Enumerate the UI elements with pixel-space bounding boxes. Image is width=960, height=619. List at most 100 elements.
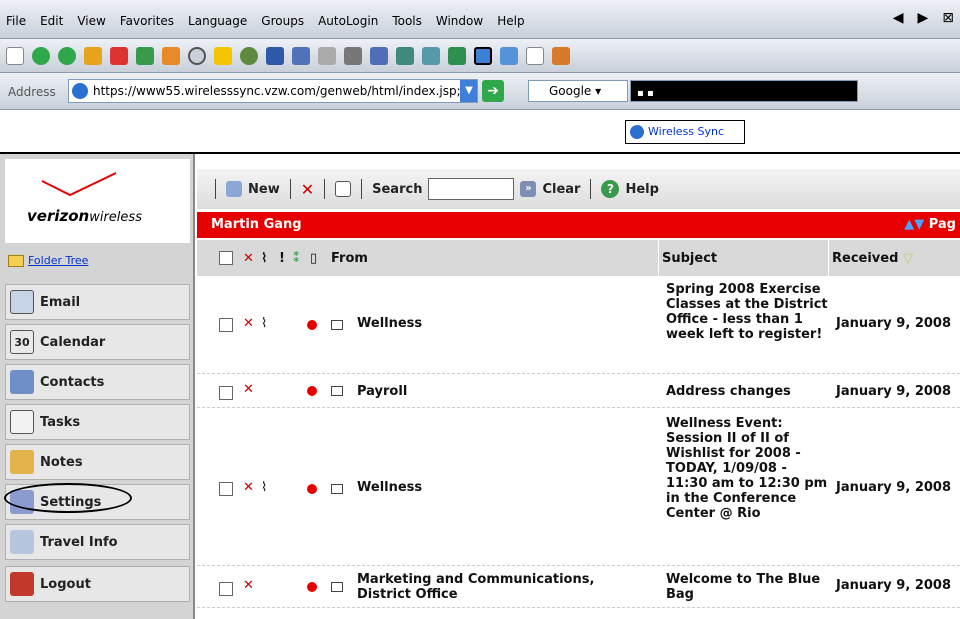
row-checkbox[interactable] xyxy=(219,318,233,332)
table-row[interactable]: ✕ Payroll Address changes January 9, 200… xyxy=(197,376,960,408)
mail-icon[interactable] xyxy=(266,46,284,65)
menu-view[interactable]: View xyxy=(77,14,105,28)
menu-groups[interactable]: Groups xyxy=(261,14,304,28)
folder-tree-link[interactable]: Folder Tree xyxy=(8,254,88,267)
window-icon[interactable] xyxy=(396,46,414,65)
account-name: Martin Gang xyxy=(211,217,302,232)
message-subject[interactable]: Address changes xyxy=(666,384,831,399)
html-icon[interactable] xyxy=(526,46,544,65)
table-row[interactable]: ✕ ⌇ Wellness Spring 2008 Exercise Classe… xyxy=(197,278,960,374)
font-icon[interactable] xyxy=(448,46,466,65)
message-type-icon xyxy=(331,320,343,330)
search-input[interactable] xyxy=(428,178,515,200)
search-engine-select[interactable]: Google ▾ xyxy=(528,80,628,102)
sidebar-item-travel-info[interactable]: Travel Info xyxy=(5,524,190,560)
status-dot-icon xyxy=(307,386,317,396)
sidebar-item-logout[interactable]: Logout xyxy=(5,566,190,602)
message-received: January 9, 2008 xyxy=(836,384,951,399)
tool-spray-icon[interactable] xyxy=(552,46,570,65)
help-icon[interactable]: ? xyxy=(601,180,620,198)
sidebar-item-tasks[interactable]: Tasks xyxy=(5,404,190,440)
tools-icon[interactable] xyxy=(318,46,336,65)
sidebar-item-calendar[interactable]: 30 Calendar xyxy=(5,324,190,360)
search-go-icon[interactable]: » xyxy=(520,181,537,197)
print-icon[interactable] xyxy=(335,181,352,197)
row-checkbox[interactable] xyxy=(219,482,233,496)
row-checkbox[interactable] xyxy=(219,386,233,400)
divider xyxy=(590,179,592,199)
menu-help[interactable]: Help xyxy=(497,14,524,28)
new-mail-icon[interactable] xyxy=(226,181,242,197)
sidebar-item-notes[interactable]: Notes xyxy=(5,444,190,480)
row-checkbox[interactable] xyxy=(219,582,233,596)
new-button[interactable]: New xyxy=(248,182,280,197)
sort-down-icon[interactable]: ▼ xyxy=(914,217,924,232)
column-from[interactable]: From xyxy=(331,251,368,266)
delete-icon[interactable]: ✕ xyxy=(243,480,254,495)
edit-icon[interactable] xyxy=(292,46,310,65)
forward-arrow-icon[interactable]: ▶ xyxy=(917,10,928,26)
column-subject[interactable]: Subject xyxy=(662,251,717,266)
menu-favorites[interactable]: Favorites xyxy=(120,14,174,28)
message-from[interactable]: Wellness xyxy=(357,480,422,495)
column-received[interactable]: Received ▽ xyxy=(832,251,913,266)
message-from[interactable]: Wellness xyxy=(357,316,422,331)
favorites-star-icon[interactable] xyxy=(214,46,232,65)
new-page-icon[interactable] xyxy=(6,46,24,65)
tab-wireless-sync[interactable]: Wireless Sync xyxy=(625,120,745,144)
search-icon[interactable] xyxy=(188,46,206,65)
delete-icon[interactable]: ✕ xyxy=(243,316,254,331)
search-engine-input[interactable]: ▪ ▪ xyxy=(630,80,858,102)
table-row[interactable]: ✕ ⌇ Wellness Wellness Event: Session II … xyxy=(197,410,960,566)
layout-icon[interactable] xyxy=(474,46,492,65)
table-row[interactable]: ✕ Marketing and Communications, District… xyxy=(197,568,960,608)
sidebar-item-email[interactable]: Email xyxy=(5,284,190,320)
folder-icon xyxy=(8,254,24,267)
contacts-icon xyxy=(10,370,34,394)
refresh-icon[interactable] xyxy=(136,46,154,65)
menu-edit[interactable]: Edit xyxy=(40,14,63,28)
go-button[interactable]: ➔ xyxy=(482,80,504,102)
print-icon[interactable] xyxy=(344,46,362,65)
tile-icon[interactable] xyxy=(500,46,518,65)
sidebar-item-contacts[interactable]: Contacts xyxy=(5,364,190,400)
message-subject[interactable]: Wellness Event: Session II of II of Wish… xyxy=(666,416,831,521)
up-icon[interactable] xyxy=(84,46,102,65)
folder-tree-label: Folder Tree xyxy=(28,254,89,267)
close-window-icon[interactable]: ⊠ xyxy=(942,10,954,26)
status-dot-icon xyxy=(307,484,317,494)
delete-icon[interactable]: ✕ xyxy=(301,180,314,199)
attachment-column-icon: ⌇ xyxy=(261,250,268,266)
menu-file[interactable]: File xyxy=(6,14,26,28)
clear-button[interactable]: Clear xyxy=(542,182,580,197)
message-subject[interactable]: Spring 2008 Exercise Classes at the Dist… xyxy=(666,282,831,342)
back-arrow-icon[interactable]: ◀ xyxy=(893,10,904,26)
menu-autologin[interactable]: AutoLogin xyxy=(318,14,378,28)
delete-icon[interactable]: ✕ xyxy=(243,382,254,397)
select-all-checkbox[interactable] xyxy=(219,251,233,265)
message-subject[interactable]: Welcome to The Blue Bag xyxy=(666,572,831,602)
page-icon[interactable] xyxy=(370,46,388,65)
history-icon[interactable] xyxy=(240,46,258,65)
message-from[interactable]: Marketing and Communications, District O… xyxy=(357,572,647,602)
envelope-icon xyxy=(10,290,34,314)
home-icon[interactable] xyxy=(162,46,180,65)
url-field[interactable]: https://www55.wirelesssync.vzw.com/genwe… xyxy=(68,79,478,103)
menu-language[interactable]: Language xyxy=(188,14,247,28)
status-dot-icon xyxy=(307,582,317,592)
forward-icon[interactable] xyxy=(58,46,76,65)
zoom-icon[interactable] xyxy=(422,46,440,65)
url-dropdown-icon[interactable]: ▼ xyxy=(460,80,477,102)
menu-tools[interactable]: Tools xyxy=(392,14,422,28)
help-button[interactable]: Help xyxy=(625,182,658,197)
sort-up-icon[interactable]: ▲ xyxy=(904,217,914,232)
stop-icon[interactable] xyxy=(110,46,128,65)
delete-icon[interactable]: ✕ xyxy=(243,578,254,593)
notes-icon xyxy=(10,450,34,474)
menu-window[interactable]: Window xyxy=(436,14,483,28)
message-from[interactable]: Payroll xyxy=(357,384,407,399)
back-icon[interactable] xyxy=(32,46,50,65)
pager[interactable]: ▲▼ Pag xyxy=(904,212,956,238)
attachment-icon: ⌇ xyxy=(261,316,268,331)
search-engine-value: ▪ ▪ xyxy=(637,88,654,99)
